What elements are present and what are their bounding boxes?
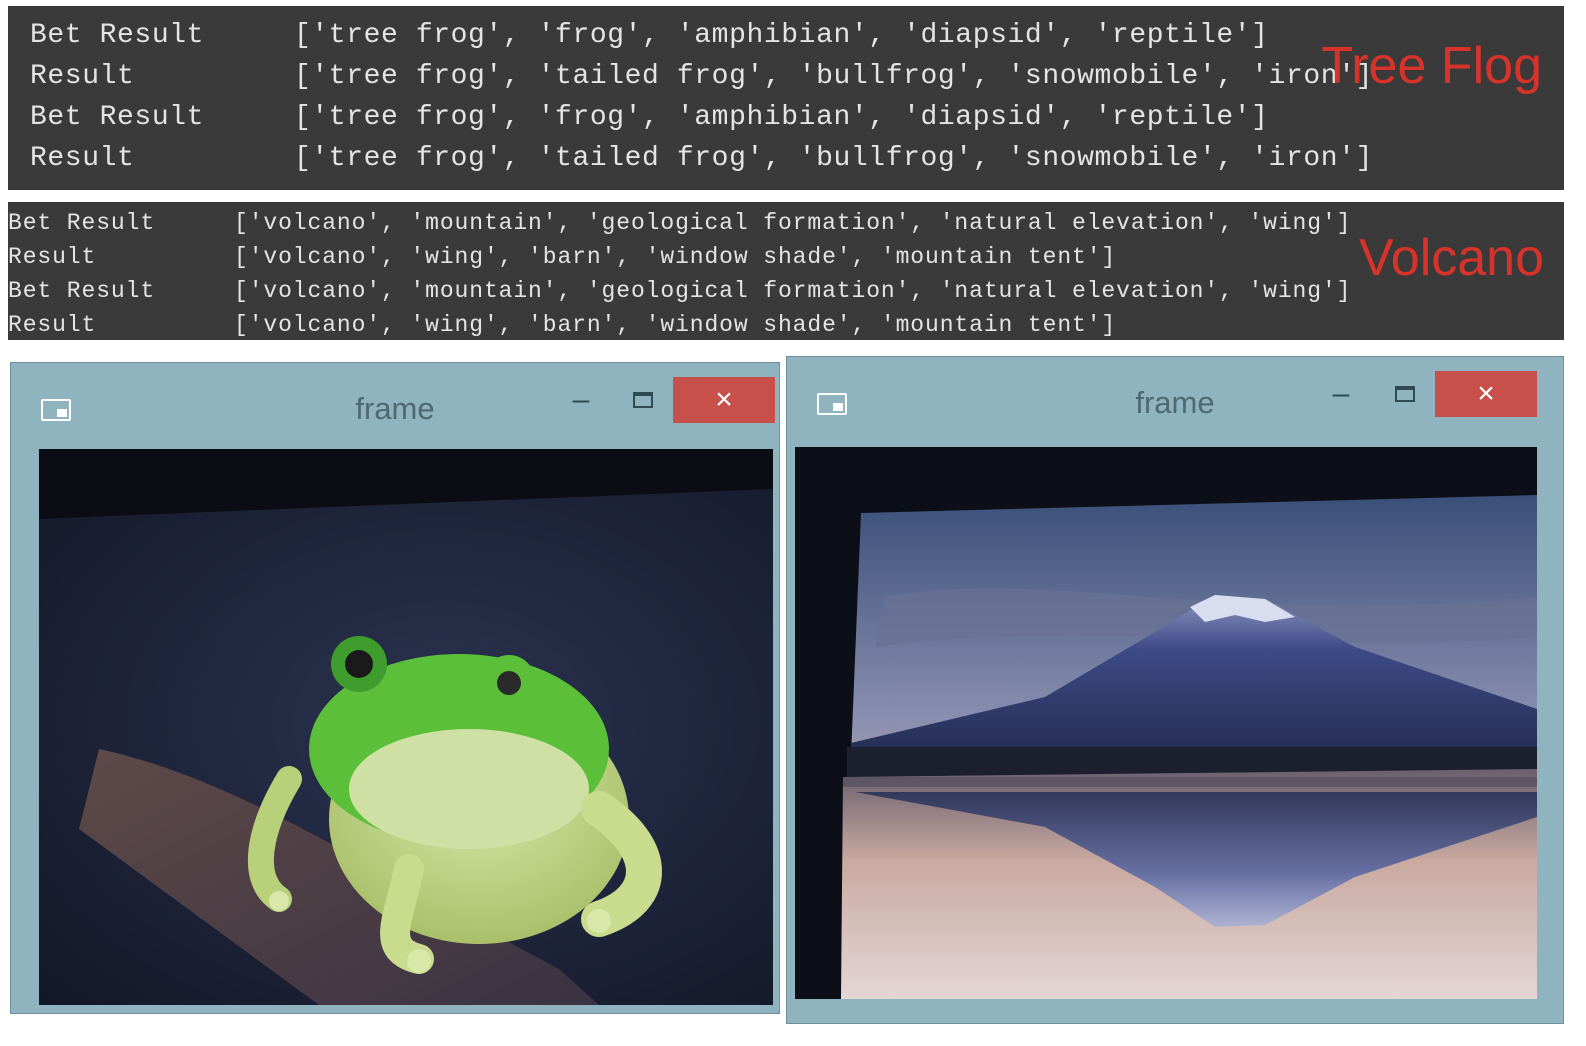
console-line-value: ['tree frog', 'frog', 'amphibian', 'diap… [294,102,1269,133]
frame-window-frog[interactable]: frame – × [10,362,780,1014]
console-line-label: Bet Result [8,210,156,236]
overlay-label-tree-frog: Tree Flog [1321,37,1542,95]
console-line-label: Result [8,244,97,270]
tree-frog-image [39,449,773,1005]
console-line: Bet Result ['volcano', 'mountain', 'geolo… [8,278,1351,304]
console-line: Bet Result ['tree frog', 'frog', 'amphibi… [8,20,1269,51]
window-title: frame [355,391,435,426]
console-line-value: ['volcano', 'wing', 'barn', 'window shad… [234,244,1117,270]
console-line-value: ['tree frog', 'tailed frog', 'bullfrog',… [294,61,1373,92]
window-titlebar[interactable]: frame – × [11,377,779,449]
console-line: Bet Result ['volcano', 'mountain', 'geolo… [8,210,1351,236]
maximize-button[interactable] [623,377,663,423]
console-line-value: ['volcano', 'wing', 'barn', 'window shad… [234,312,1117,338]
maximize-icon [633,392,653,408]
camera-frame-frog [39,449,773,1005]
mount-fuji-image [795,447,1537,999]
console-line-label: Bet Result [30,20,205,51]
console-line-label: Result [30,61,135,92]
close-button[interactable]: × [673,377,775,423]
minimize-button[interactable]: – [1321,371,1361,417]
console-line: Result ['volcano', 'wing', 'barn', 'windo… [8,312,1116,338]
console-line-value: ['tree frog', 'tailed frog', 'bullfrog',… [294,143,1373,174]
console-line: Result ['tree frog', 'tailed frog', 'bull… [8,143,1373,174]
maximize-button[interactable] [1385,371,1425,417]
close-button[interactable]: × [1435,371,1537,417]
minimize-button[interactable]: – [561,377,601,423]
window-titlebar[interactable]: frame – × [787,371,1563,443]
console-line: Result ['tree frog', 'tailed frog', 'bull… [8,61,1373,92]
camera-frame-volcano [795,447,1537,999]
console-output-volcano: Bet Result ['volcano', 'mountain', 'geolo… [8,202,1564,340]
console-line-value: ['tree frog', 'frog', 'amphibian', 'diap… [294,20,1269,51]
maximize-icon [1395,386,1415,402]
console-line-label: Result [8,312,97,338]
console-line-label: Bet Result [30,102,205,133]
overlay-label-volcano: Volcano [1358,229,1544,287]
console-line-value: ['volcano', 'mountain', 'geological form… [234,278,1352,304]
console-output-frog: Bet Result ['tree frog', 'frog', 'amphibi… [8,6,1564,190]
console-line-label: Bet Result [8,278,156,304]
console-line: Result ['volcano', 'wing', 'barn', 'windo… [8,244,1116,270]
console-line-label: Result [30,143,135,174]
frame-window-volcano[interactable]: frame – × [786,356,1564,1024]
console-line-value: ['volcano', 'mountain', 'geological form… [234,210,1352,236]
console-line: Bet Result ['tree frog', 'frog', 'amphibi… [8,102,1269,133]
